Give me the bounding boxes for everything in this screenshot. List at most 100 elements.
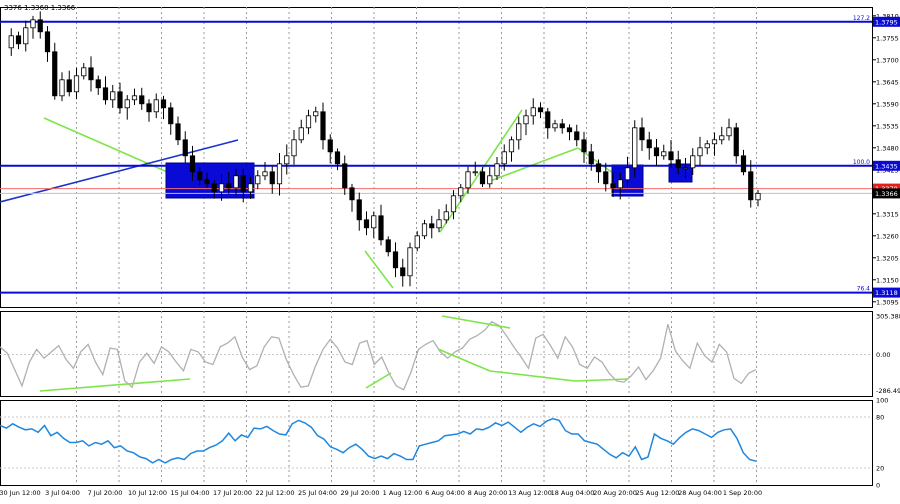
candle-body [226,183,232,189]
candle-body [23,27,29,45]
time-axis-label: 7 Jul 20:00 [88,489,123,497]
candle-body [726,127,732,137]
rsi-axis-label: 20 [876,465,884,473]
candle-body [450,195,457,213]
time-axis-label: 1 Aug 12:00 [383,489,423,497]
candle-body [465,171,471,189]
candle-body [523,115,529,125]
time-axis-label: 20 Aug 20:00 [593,489,637,497]
candle-body [334,151,341,165]
rsi-axis-label: 0 [876,482,880,490]
candle-body [740,155,747,173]
candle-body [733,127,739,157]
candle-body [719,135,725,141]
candle-body [313,111,319,117]
candle-body [755,192,761,201]
candle-body [508,139,515,153]
time-axis-label: 25 Aug 12:00 [636,489,680,497]
candle-body [595,163,602,173]
price-level-tag-label: 1.3366 [875,190,898,198]
time-axis-label: 10 Jul 12:00 [128,489,167,497]
time-axis-label: 30 Jun 12:00 [0,489,41,497]
price-level-tag-label: 1.3795 [875,18,898,26]
candle-body [197,171,203,181]
time-axis-label: 25 Jul 04:00 [298,489,337,497]
candle-body [400,267,406,277]
candle-body [276,163,283,185]
time-axis-label: 8 Aug 20:00 [468,489,508,497]
candle-body [530,107,536,117]
candle-body [487,175,493,185]
candle-body [421,223,428,237]
time-axis-label: 6 Aug 04:00 [425,489,465,497]
candle-body [298,127,304,141]
candle-body [233,175,239,189]
time-axis-label: 29 Jul 20:00 [341,489,380,497]
candle-body [603,171,609,185]
fib-level-label: 127.2 [853,15,870,22]
candle-body [320,111,326,141]
candle-body [139,95,145,105]
price-axis-label: 1.3150 [876,276,899,284]
candle-body [95,79,101,89]
price-axis-label: 1.3700 [876,56,899,64]
candle-body [429,223,435,229]
candle-body [472,171,478,174]
price-level-tag-label: 1.3118 [875,289,898,297]
time-axis-label: 15 Jul 04:00 [171,489,210,497]
candle-body [8,35,14,49]
cci-axis-label: 0.00 [876,351,890,359]
candle-body [15,35,22,45]
candle-body [697,147,703,157]
candle-body [653,147,660,157]
time-axis-label: 18 Aug 04:00 [551,489,595,497]
candle-body [566,127,573,133]
price-axis-label: 1.3535 [876,122,899,130]
candle-body [458,187,464,197]
candle-body [392,251,399,269]
candle-body [668,151,674,161]
candle-body [175,123,181,141]
candle-body [661,151,667,157]
fib-level-label: 100.0 [853,159,870,166]
candle-body [327,139,333,153]
candle-body [131,95,138,101]
candle-body [610,183,616,189]
candle-body [501,151,507,165]
candle-body [52,51,58,97]
candle-body [545,111,551,129]
rsi-axis-label: 80 [876,414,884,422]
candle-body [102,87,109,101]
cci-axis-label: -286.493 [876,387,900,395]
candle-body [385,239,391,253]
candle-body [617,179,623,189]
candle-body [284,155,290,165]
candle-body [153,99,159,113]
cci-axis-label: 305.3886 [876,312,900,320]
candle-body [73,75,80,93]
candle-body [66,79,72,93]
candle-body [574,131,580,141]
candle-body [624,167,631,181]
candle-body [356,199,362,221]
candle-body [494,163,500,177]
time-axis-label: 22 Jul 12:00 [256,489,295,497]
candle-body [646,139,652,149]
candle-body [110,91,116,101]
candle-body [748,171,754,201]
chart-canvas[interactable]: 3376 1.3360 1.3366 30 Jun 12:00 3 Jul 04:… [0,0,900,500]
candle-body [124,99,130,109]
forex-chart[interactable]: 3376 1.3360 1.3366 30 Jun 12:00 3 Jul 04:… [0,0,900,500]
candle-body [588,151,594,165]
candle-body [711,139,718,145]
candle-body [639,127,645,141]
candle-body [414,235,420,249]
candle-body [117,91,123,109]
candle-body [552,123,558,129]
candle-body [559,123,565,129]
candle-body [690,155,696,169]
candle-body [30,19,36,29]
time-axis-label: 3 Jul 04:00 [45,489,80,497]
price-axis-label: 1.3315 [876,210,899,218]
candle-body [436,219,442,229]
